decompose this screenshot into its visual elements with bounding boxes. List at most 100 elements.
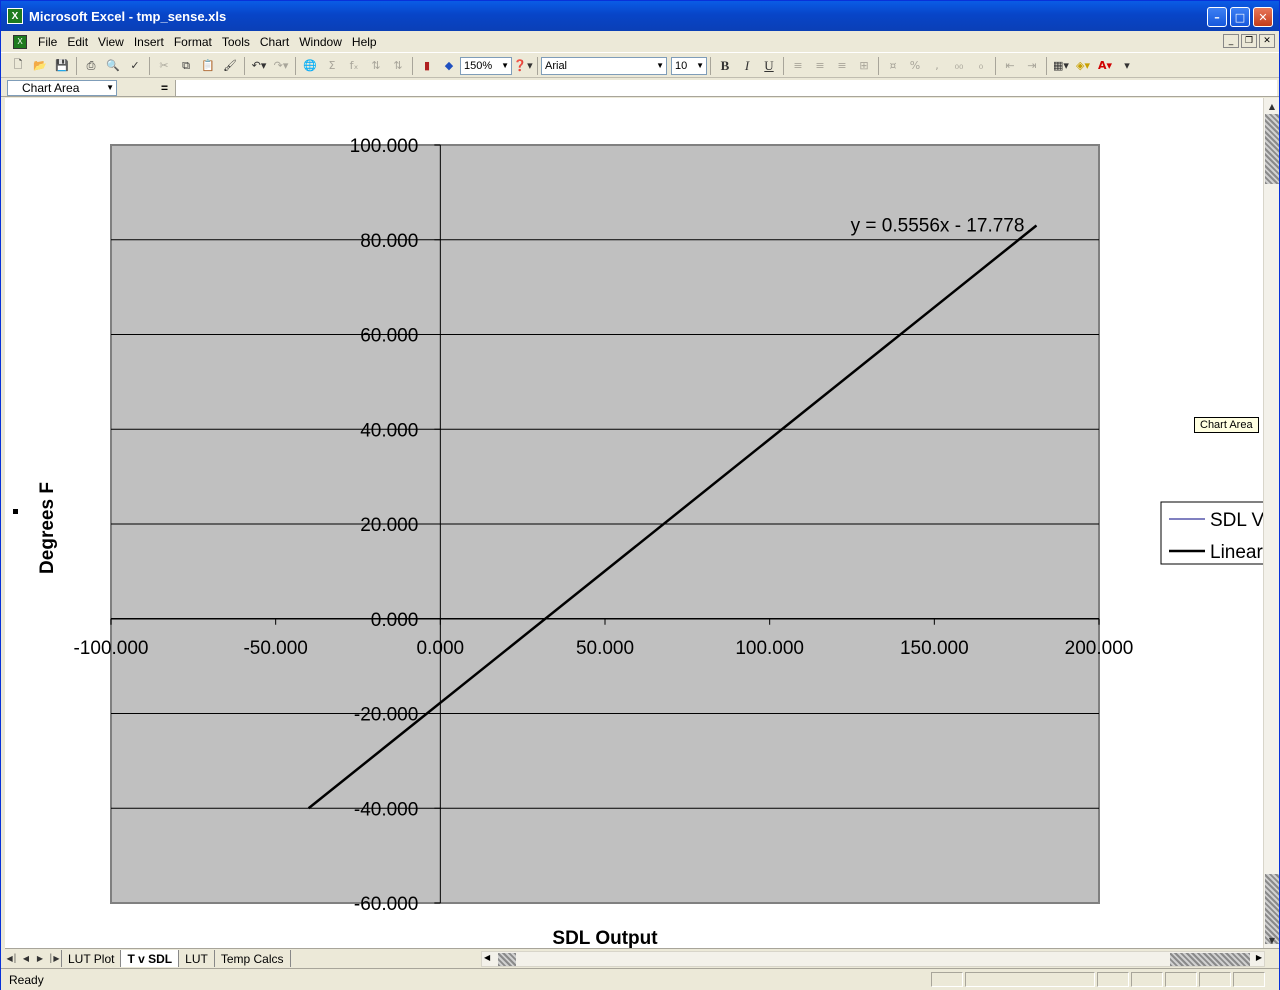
menu-help[interactable]: Help: [347, 35, 382, 49]
merge-center-icon[interactable]: ⊞: [853, 56, 875, 76]
maximize-button[interactable]: □: [1230, 7, 1250, 27]
horizontal-scroll-thumb[interactable]: [498, 953, 516, 966]
percent-icon[interactable]: %: [904, 56, 926, 76]
chart-wizard-icon[interactable]: ▮: [416, 56, 438, 76]
minimize-button[interactable]: –: [1207, 7, 1227, 27]
menu-window[interactable]: Window: [294, 35, 347, 49]
scroll-up-icon[interactable]: ▲: [1265, 99, 1279, 113]
workbook-icon[interactable]: X: [13, 34, 27, 49]
scroll-right-icon[interactable]: ▶: [1256, 953, 1262, 962]
drawing-icon[interactable]: ◆: [438, 56, 460, 76]
toolbar-separator: [76, 56, 77, 75]
formula-input[interactable]: [175, 80, 1277, 96]
toolbar-separator: [783, 56, 784, 75]
horizontal-scroll-thumb-right[interactable]: [1170, 953, 1250, 966]
toolbar-options-icon[interactable]: ▾: [1116, 56, 1138, 76]
title-bar[interactable]: X Microsoft Excel - tmp_sense.xls – □ ✕: [1, 1, 1279, 31]
name-box[interactable]: Chart Area ▼: [7, 79, 117, 96]
increase-indent-icon[interactable]: ⇥: [1021, 56, 1043, 76]
align-left-icon[interactable]: ≡: [787, 56, 809, 76]
last-sheet-icon[interactable]: │▶: [47, 951, 61, 967]
zoom-value: 150%: [464, 59, 493, 72]
spelling-icon[interactable]: ✓: [124, 56, 146, 76]
undo-icon[interactable]: ↶▾: [248, 56, 270, 76]
y-tick-label: -20.000: [354, 705, 418, 726]
y-tick-label: 20.000: [360, 515, 418, 536]
zoom-select[interactable]: 150% ▼: [460, 56, 512, 75]
font-select[interactable]: Arial ▼: [541, 56, 667, 75]
chevron-down-icon: ▼: [501, 61, 509, 70]
borders-icon[interactable]: ▦▾: [1050, 56, 1072, 76]
vertical-scrollbar[interactable]: ▲ ▼: [1263, 98, 1279, 948]
workbook-close-button[interactable]: ✕: [1259, 34, 1275, 48]
bold-button[interactable]: B: [714, 56, 736, 76]
scroll-left-icon[interactable]: ◀: [484, 953, 490, 962]
x-axis-title[interactable]: SDL Output: [552, 928, 658, 948]
print-preview-icon[interactable]: 🔍: [102, 56, 124, 76]
decrease-decimal-icon[interactable]: ₀: [970, 56, 992, 76]
tab-lut[interactable]: LUT: [178, 950, 214, 967]
chart[interactable]: 100.000 80.000 60.000 40.000 20.000 0.000 -20.…: [5, 98, 1263, 948]
status-text: Ready: [9, 972, 44, 987]
autosum-icon[interactable]: Σ: [321, 56, 343, 76]
new-icon[interactable]: 🗋: [7, 56, 29, 76]
toolbar-separator: [149, 56, 150, 75]
hyperlink-icon[interactable]: 🌐: [299, 56, 321, 76]
font-size-select[interactable]: 10 ▼: [671, 56, 707, 75]
tab-lut-plot[interactable]: LUT Plot: [61, 950, 120, 967]
menu-chart[interactable]: Chart: [255, 35, 294, 49]
close-button[interactable]: ✕: [1253, 7, 1273, 27]
workbook-minimize-button[interactable]: _: [1223, 34, 1239, 48]
copy-icon[interactable]: ⧉: [175, 56, 197, 76]
font-value: Arial: [545, 59, 568, 72]
open-icon[interactable]: 📂: [29, 56, 51, 76]
comma-icon[interactable]: ,: [926, 56, 948, 76]
scroll-down-icon[interactable]: ▼: [1265, 933, 1279, 947]
selection-handle[interactable]: [13, 509, 18, 514]
excel-app-icon[interactable]: X: [7, 8, 23, 24]
currency-icon[interactable]: ¤: [882, 56, 904, 76]
toolbar-separator: [295, 56, 296, 75]
decrease-indent-icon[interactable]: ⇤: [999, 56, 1021, 76]
sort-ascending-icon[interactable]: ⇅: [365, 56, 387, 76]
font-color-icon[interactable]: A▾: [1094, 56, 1116, 76]
menu-view[interactable]: View: [93, 35, 129, 49]
prev-sheet-icon[interactable]: ◀: [19, 951, 33, 967]
status-panel: [1097, 972, 1129, 987]
sort-descending-icon[interactable]: ⇅: [387, 56, 409, 76]
align-center-icon[interactable]: ≡: [809, 56, 831, 76]
save-icon[interactable]: 💾: [51, 56, 73, 76]
function-icon[interactable]: fₓ: [343, 56, 365, 76]
increase-decimal-icon[interactable]: ₀₀: [948, 56, 970, 76]
menu-insert[interactable]: Insert: [129, 35, 169, 49]
tab-temp-calcs[interactable]: Temp Calcs: [213, 950, 291, 967]
toolbar-separator: [1046, 56, 1047, 75]
workbook-restore-button[interactable]: ❐: [1241, 34, 1257, 48]
italic-button[interactable]: I: [736, 56, 758, 76]
legend-label: SDL V: [1210, 510, 1263, 531]
cut-icon[interactable]: ✂: [153, 56, 175, 76]
help-icon[interactable]: ❓▾: [512, 56, 534, 76]
fill-color-icon[interactable]: ◈▾: [1072, 56, 1094, 76]
tab-t-v-sdl[interactable]: T v SDL: [120, 950, 179, 967]
menu-tools[interactable]: Tools: [217, 35, 255, 49]
vertical-scroll-thumb[interactable]: [1265, 114, 1279, 184]
menu-edit[interactable]: Edit: [62, 35, 93, 49]
align-right-icon[interactable]: ≡: [831, 56, 853, 76]
menu-file[interactable]: File: [33, 35, 62, 49]
chart-sheet[interactable]: 100.000 80.000 60.000 40.000 20.000 0.000 -20.…: [5, 98, 1263, 948]
y-axis-title[interactable]: Degrees F: [37, 482, 58, 574]
y-tick-label: -40.000: [354, 799, 418, 820]
paste-icon[interactable]: 📋: [197, 56, 219, 76]
x-tick-label: 150.000: [900, 638, 969, 659]
trendline-equation[interactable]: y = 0.5556x - 17.778: [851, 216, 1025, 237]
print-icon[interactable]: ⎙: [80, 56, 102, 76]
menu-format[interactable]: Format: [169, 35, 217, 49]
first-sheet-icon[interactable]: ◀│: [5, 951, 19, 967]
redo-icon[interactable]: ↷▾: [270, 56, 292, 76]
horizontal-scrollbar[interactable]: ◀ ▶: [481, 951, 1265, 967]
underline-button[interactable]: U: [758, 56, 780, 76]
chart-area-tooltip: Chart Area: [1194, 417, 1259, 433]
format-painter-icon[interactable]: 🖌: [219, 56, 241, 76]
next-sheet-icon[interactable]: ▶: [33, 951, 47, 967]
